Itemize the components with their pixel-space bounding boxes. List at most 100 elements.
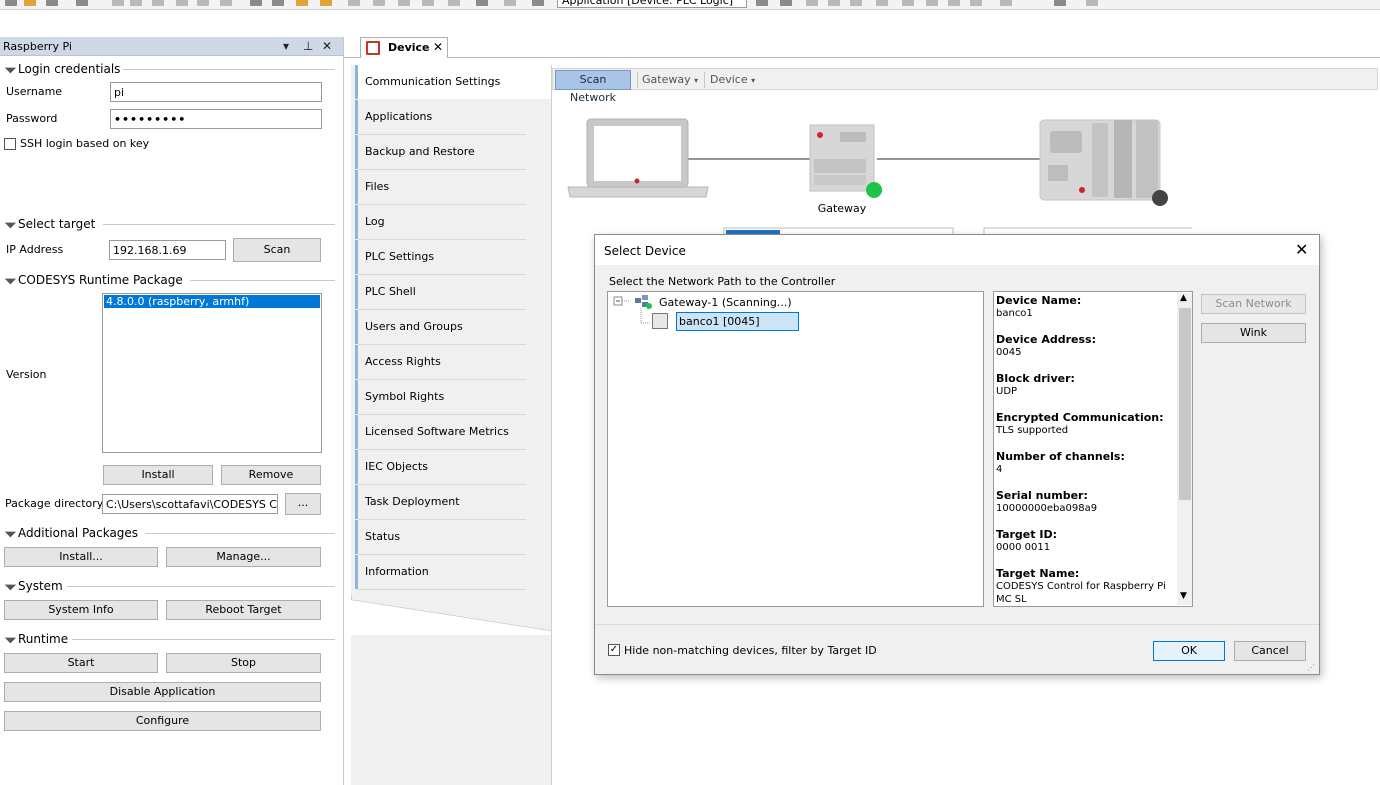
print-icon[interactable] <box>76 0 88 6</box>
nav-item-log[interactable]: Log <box>355 205 525 239</box>
bookmark-clear-icon[interactable] <box>422 0 434 6</box>
active-application-combo[interactable]: Application [Device: PLC Logic] <box>557 0 747 8</box>
remove-runtime-button[interactable]: Remove <box>221 465 321 485</box>
nav-item-backup-restore[interactable]: Backup and Restore <box>355 135 525 169</box>
section-system[interactable]: System <box>0 578 335 593</box>
stop-icon[interactable] <box>828 0 840 6</box>
nav-item-information[interactable]: Information <box>355 555 525 589</box>
cut-icon[interactable] <box>152 0 164 6</box>
nav-item-status[interactable]: Status <box>355 520 525 554</box>
close-icon[interactable]: ✕ <box>322 39 332 53</box>
bookmark-next-icon[interactable] <box>373 0 385 6</box>
manage-packages-button[interactable]: Manage... <box>166 547 321 567</box>
breakpoint-icon[interactable] <box>948 0 960 6</box>
open-icon[interactable] <box>24 0 36 6</box>
copy-icon[interactable] <box>176 0 188 6</box>
install-runtime-button[interactable]: Install <box>103 465 213 485</box>
section-select-target[interactable]: Select target <box>0 216 335 231</box>
scan-network-toolbar-button[interactable]: Scan Network <box>555 70 631 104</box>
device-menu[interactable]: Device ▾ <box>710 73 755 86</box>
install-packages-button[interactable]: Install... <box>4 547 158 567</box>
scroll-down-icon[interactable]: ▼ <box>1180 591 1187 601</box>
undo-icon[interactable] <box>112 0 124 6</box>
resize-grip-icon[interactable]: ⋰ <box>1307 663 1315 672</box>
step-out-icon[interactable] <box>926 0 938 6</box>
password-field[interactable]: ••••••••• <box>110 109 322 129</box>
username-field[interactable]: pi <box>110 82 322 102</box>
nav-item-files[interactable]: Files <box>355 170 525 204</box>
stop-runtime-button[interactable]: Stop <box>166 653 321 673</box>
find-icon[interactable] <box>250 0 262 6</box>
nav-item-applications[interactable]: Applications <box>355 100 525 134</box>
gateway-menu[interactable]: Gateway ▾ <box>642 73 698 86</box>
step-over-icon[interactable] <box>876 0 888 6</box>
scroll-up-icon[interactable]: ▲ <box>1180 293 1187 303</box>
close-tab-icon[interactable]: ✕ <box>433 40 443 54</box>
cancel-button[interactable]: Cancel <box>1234 641 1306 661</box>
nav-item-communication-settings[interactable]: Communication Settings <box>355 65 551 99</box>
system-info-button[interactable]: System Info <box>4 600 158 620</box>
rebuild-icon[interactable] <box>476 0 488 6</box>
plc-device-icon[interactable] <box>1039 119 1161 201</box>
ok-button[interactable]: OK <box>1153 641 1225 661</box>
section-login-credentials[interactable]: Login credentials <box>0 61 335 76</box>
gateway-icon[interactable] <box>809 124 875 192</box>
version-list[interactable]: 4.8.0.0 (raspberry, armhf) <box>102 293 322 453</box>
folder-open-icon[interactable] <box>320 0 332 6</box>
version-item-selected[interactable]: 4.8.0.0 (raspberry, armhf) <box>104 295 320 308</box>
more-tools-icon[interactable] <box>1054 0 1066 6</box>
compile-icon[interactable] <box>532 0 544 6</box>
scan-network-button[interactable]: Scan Network <box>1201 294 1306 314</box>
bookmark-prev-icon[interactable] <box>398 0 410 6</box>
nav-item-plc-shell[interactable]: PLC Shell <box>355 275 525 309</box>
scroll-thumb[interactable] <box>1179 308 1191 500</box>
nav-item-licensed-software-metrics[interactable]: Licensed Software Metrics <box>355 415 525 449</box>
save-icon[interactable] <box>46 0 58 6</box>
wink-button[interactable]: Wink <box>1201 323 1306 343</box>
build-icon[interactable] <box>448 0 460 6</box>
reboot-target-button[interactable]: Reboot Target <box>166 600 321 620</box>
pin-icon[interactable]: ⊥ <box>303 39 313 53</box>
browse-button[interactable]: ... <box>285 493 321 515</box>
clean-icon[interactable] <box>504 0 516 6</box>
device-tree[interactable]: Gateway-1 (Scanning...) banco1 [0045] <box>607 291 984 607</box>
tree-node-gateway[interactable]: Gateway-1 (Scanning...) <box>659 296 792 309</box>
section-runtime-package[interactable]: CODESYS Runtime Package <box>0 272 335 287</box>
dialog-close-icon[interactable]: ✕ <box>1295 240 1308 259</box>
scan-button[interactable]: Scan <box>233 238 321 262</box>
overflow-icon[interactable] <box>1086 0 1098 6</box>
nav-item-users-groups[interactable]: Users and Groups <box>355 310 525 344</box>
section-additional-packages[interactable]: Additional Packages <box>0 525 335 540</box>
start-icon[interactable] <box>806 0 818 6</box>
start-runtime-button[interactable]: Start <box>4 653 158 673</box>
info-scrollbar[interactable]: ▲ ▼ <box>1177 293 1192 605</box>
nav-item-iec-objects[interactable]: IEC Objects <box>355 450 525 484</box>
force-icon[interactable] <box>1000 0 1012 6</box>
nav-item-access-rights[interactable]: Access Rights <box>355 345 525 379</box>
replace-icon[interactable] <box>272 0 284 6</box>
redo-icon[interactable] <box>130 0 142 6</box>
section-runtime[interactable]: Runtime <box>0 631 335 646</box>
paste-icon[interactable] <box>197 0 209 6</box>
package-directory-field[interactable]: C:\Users\scottafavi\CODESYS Cont <box>102 494 278 514</box>
logout-icon[interactable] <box>780 0 792 6</box>
bookmark-icon[interactable] <box>348 0 360 6</box>
hide-non-matching-checkbox[interactable]: ✓ <box>608 644 620 656</box>
configure-button[interactable]: Configure <box>4 711 321 731</box>
new-icon[interactable] <box>5 0 17 6</box>
write-values-icon[interactable] <box>970 0 982 6</box>
nav-item-plc-settings[interactable]: PLC Settings <box>355 240 525 274</box>
login-icon[interactable] <box>756 0 768 6</box>
reset-icon[interactable] <box>850 0 862 6</box>
disable-application-button[interactable]: Disable Application <box>4 682 321 702</box>
step-into-icon[interactable] <box>902 0 914 6</box>
nav-item-symbol-rights[interactable]: Symbol Rights <box>355 380 525 414</box>
panel-menu-icon[interactable]: ▾ <box>283 39 289 53</box>
ssh-key-checkbox[interactable] <box>4 138 16 150</box>
tree-node-device[interactable]: banco1 [0045] <box>676 312 799 331</box>
ip-address-field[interactable]: 192.168.1.69 <box>109 240 226 260</box>
delete-icon[interactable] <box>220 0 232 6</box>
nav-item-task-deployment[interactable]: Task Deployment <box>355 485 525 519</box>
folder-icon[interactable] <box>296 0 308 6</box>
tab-device[interactable]: Device ✕ <box>360 37 448 58</box>
